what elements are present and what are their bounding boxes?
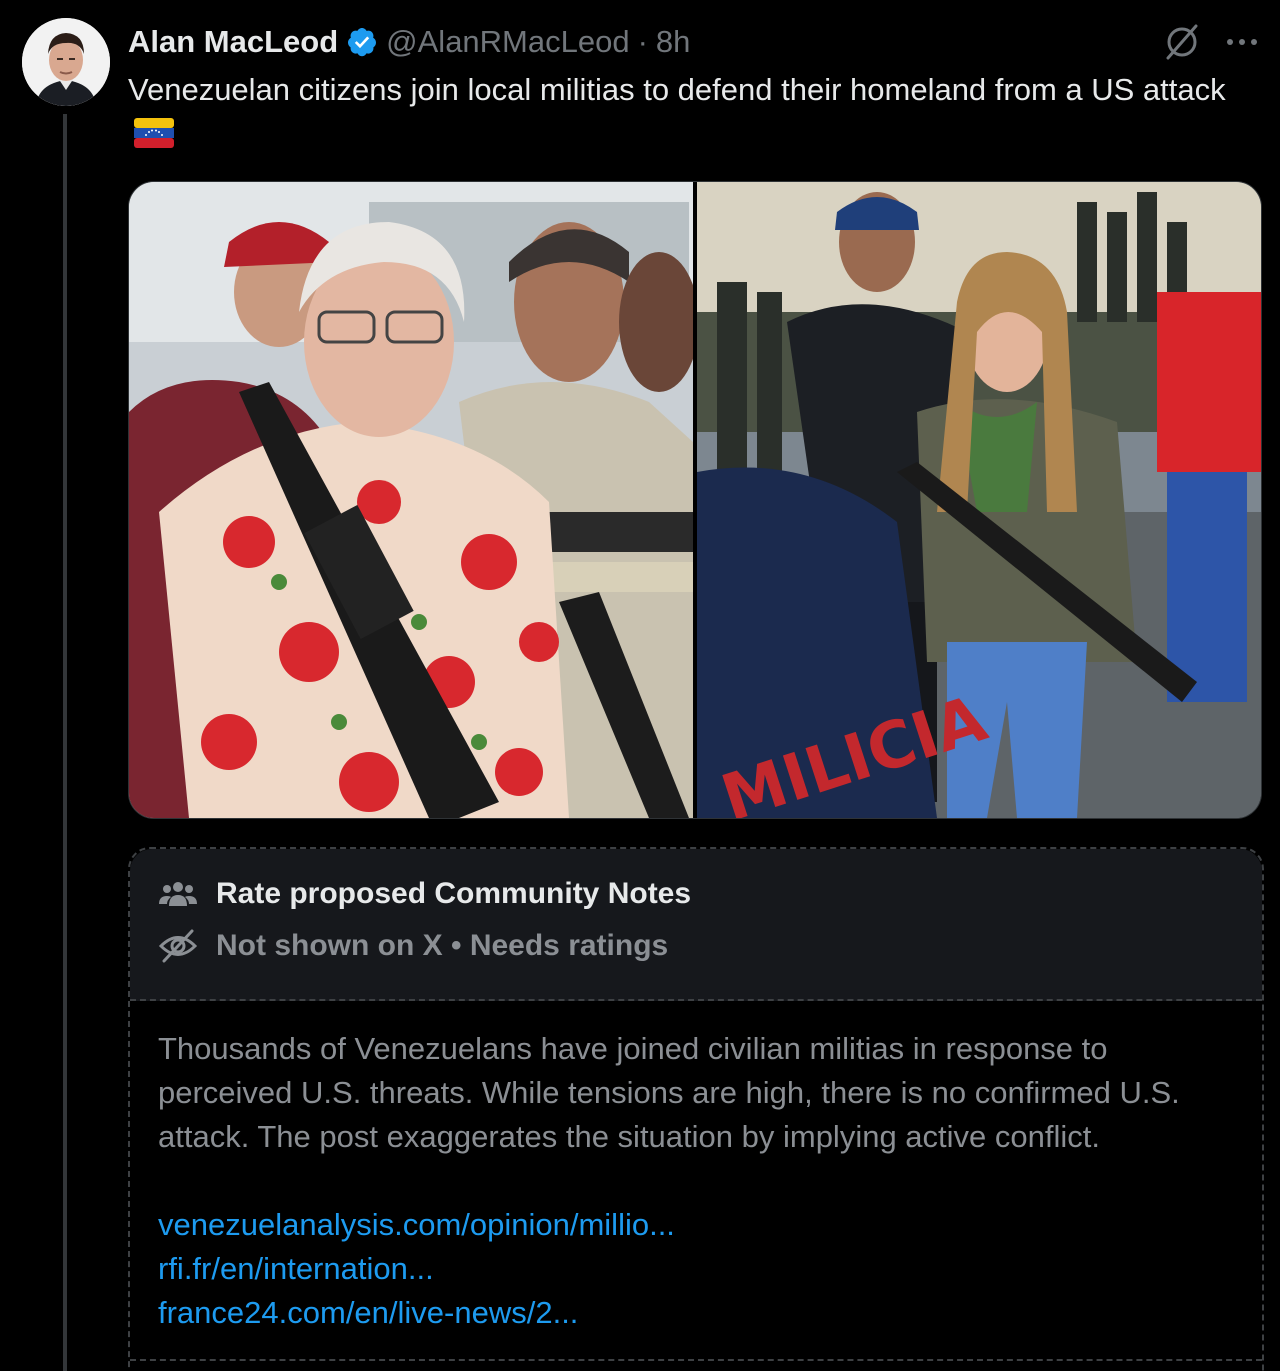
note-source-link-3[interactable]: france24.com/en/live-news/2... [158,1291,675,1335]
tweet-text: Venezuelan citizens join local militias … [128,68,1248,160]
community-notes-status: Not shown on X • Needs ratings [216,929,669,962]
community-notes-divider [130,1359,1262,1361]
avatar[interactable] [22,18,110,106]
separator-dot: · [637,24,648,59]
tweet-timestamp[interactable]: 8h [656,24,690,60]
note-source-link-2[interactable]: rfi.fr/en/internation... [158,1247,675,1291]
people-group-icon [159,882,197,906]
venezuela-flag-icon [134,116,174,160]
tweet[interactable]: Alan MacLeod @AlanRMacLeod · 8h Venezuel… [0,0,1280,1371]
note-source-link-1[interactable]: venezuelanalysis.com/opinion/millio... [158,1203,675,1247]
photo-elderly-woman-with-rifle-icon [129,182,693,818]
community-notes-status-row: Not shown on X • Needs ratings [158,929,668,963]
media-photo-1[interactable] [129,182,693,818]
tweet-text-content: Venezuelan citizens join local militias … [128,72,1226,107]
eye-off-icon [158,929,198,963]
community-notes-title: Rate proposed Community Notes [216,877,692,910]
grok-icon[interactable] [1162,22,1202,62]
tweet-header: Alan MacLeod @AlanRMacLeod · 8h [128,20,690,64]
community-note-text: Thousands of Venezuelans have joined civ… [158,1031,1180,1154]
author-handle[interactable]: @AlanRMacLeod [386,24,629,60]
community-note-links: venezuelanalysis.com/opinion/millio... r… [158,1203,675,1335]
tweet-media[interactable]: MILICIA [128,181,1262,819]
photo-young-woman-with-rifle-icon: MILICIA [697,182,1261,818]
thread-line [63,114,67,1371]
community-notes-card[interactable]: Rate proposed Community Notes Not shown … [128,847,1264,1371]
community-notes-title-row[interactable]: Rate proposed Community Notes [158,877,691,911]
more-options-icon[interactable] [1222,28,1262,56]
community-notes-header: Rate proposed Community Notes Not shown … [130,849,1262,1001]
author-name[interactable]: Alan MacLeod [128,24,338,60]
media-photo-2[interactable]: MILICIA [697,182,1261,818]
verified-badge-icon[interactable] [346,26,378,58]
